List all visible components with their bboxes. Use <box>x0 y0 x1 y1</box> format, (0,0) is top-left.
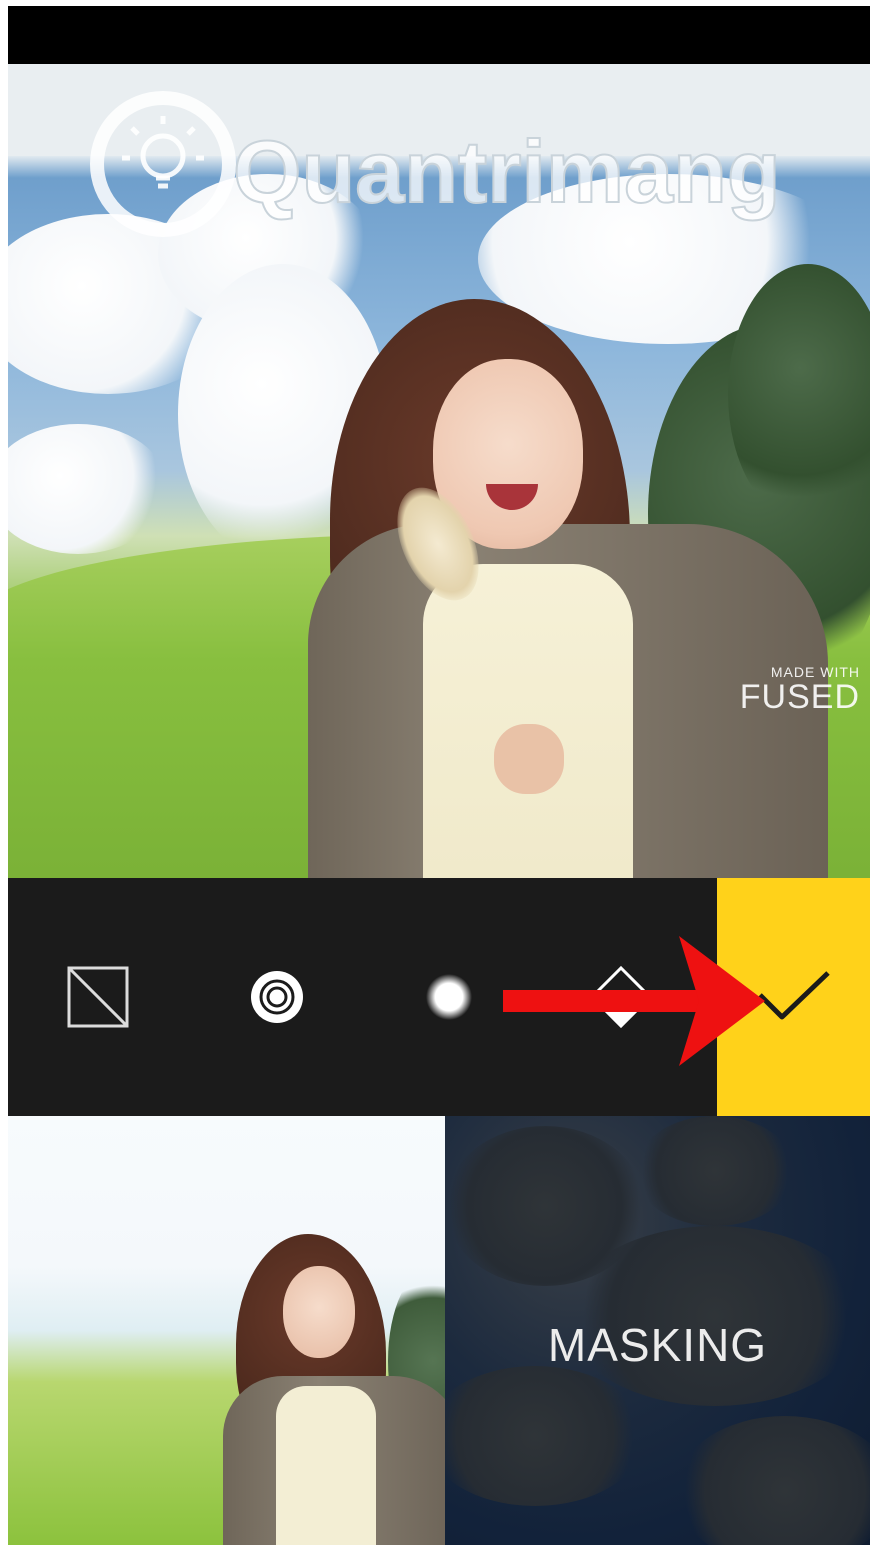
app-screen: Quantrimang MADE WITH FUSED MASKING <box>8 6 870 1545</box>
target-brush-button[interactable] <box>244 964 310 1030</box>
photo-canvas[interactable]: Quantrimang MADE WITH FUSED <box>8 64 870 878</box>
masking-label: MASKING <box>547 1319 768 1371</box>
made-with-fused-stamp: MADE WITH FUSED <box>740 664 860 714</box>
mask-cloud-shape <box>635 1116 795 1226</box>
invert-mask-button[interactable] <box>65 964 131 1030</box>
confirm-button[interactable] <box>717 878 870 1116</box>
subject-hand <box>494 724 564 794</box>
invert-mask-icon <box>67 966 129 1028</box>
canvas-top-strip <box>8 64 870 156</box>
eraser-diamond-icon <box>589 965 653 1029</box>
cloud-shape <box>8 424 168 554</box>
thumb-subject-dress <box>276 1386 376 1545</box>
thumb-subject-face <box>283 1266 355 1358</box>
eraser-button[interactable] <box>588 964 654 1030</box>
subject-dress <box>423 564 633 878</box>
mask-cloud-shape <box>565 1226 865 1406</box>
source-photo-thumbnail[interactable] <box>8 1116 445 1545</box>
mask-cloud-shape <box>445 1366 645 1506</box>
checkmark-icon <box>757 971 830 1020</box>
mask-cloud-shape <box>675 1416 870 1545</box>
masking-panel[interactable]: MASKING <box>445 1116 870 1545</box>
status-bar <box>8 6 870 64</box>
fused-label: FUSED <box>739 678 860 716</box>
soft-brush-icon <box>426 974 472 1020</box>
target-brush-icon <box>251 971 303 1023</box>
soft-brush-button[interactable] <box>416 964 482 1030</box>
